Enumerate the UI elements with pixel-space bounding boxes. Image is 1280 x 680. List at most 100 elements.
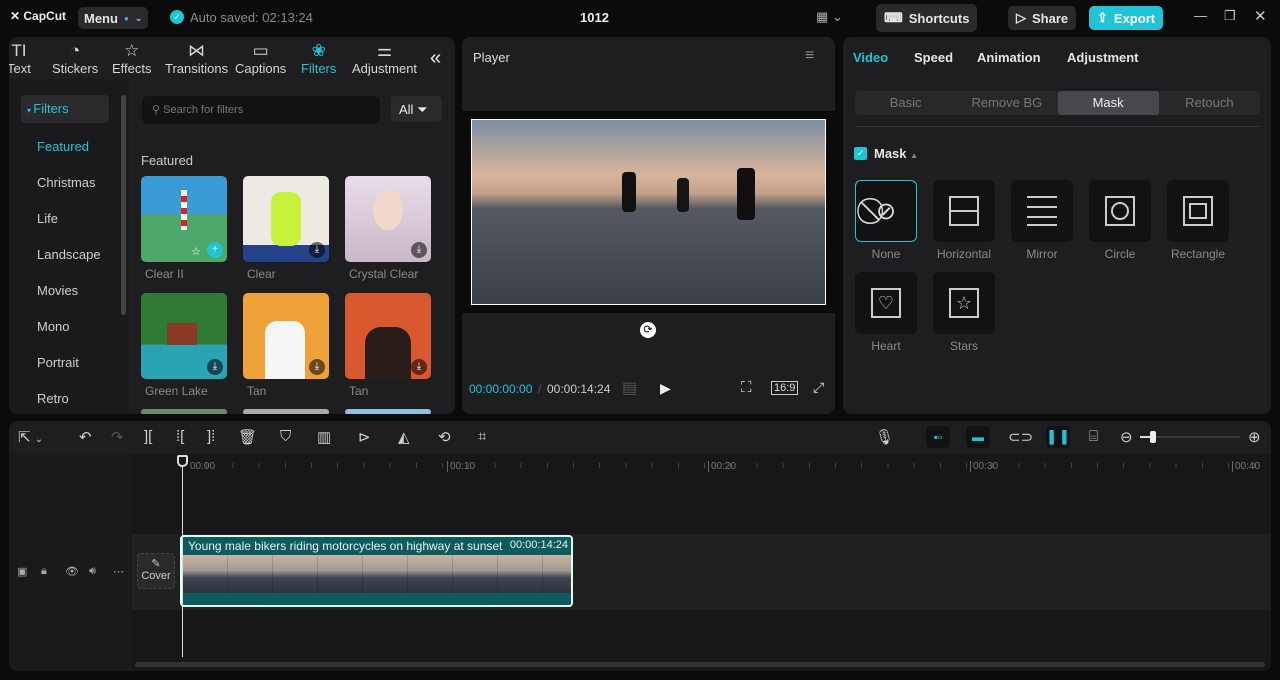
playhead[interactable] [177, 455, 188, 657]
download-icon[interactable]: ⤓ [309, 359, 325, 375]
zoom-out-icon[interactable]: ⊖ [1120, 428, 1133, 446]
volume-icon[interactable]: 🔊︎ [89, 565, 96, 578]
video-preview[interactable] [462, 111, 835, 313]
filter-thumb-tan-1[interactable]: ⤓ [243, 293, 329, 379]
reverse-icon[interactable]: ⊳ [358, 428, 371, 446]
more-icon[interactable]: ⋯ [113, 565, 124, 578]
mask-horizontal[interactable] [933, 180, 995, 242]
split-left-icon[interactable]: ⁞[ [176, 428, 184, 445]
subtab-basic[interactable]: Basic [855, 91, 956, 115]
add-icon[interactable]: + [207, 242, 223, 258]
filter-thumb-partial[interactable] [243, 409, 329, 414]
microphone-icon[interactable]: 🎙 [875, 428, 894, 446]
tab-speed[interactable]: Speed [914, 50, 953, 65]
filter-thumb-green-lake[interactable]: ⤓ [141, 293, 227, 379]
category-movies[interactable]: Movies [37, 283, 78, 298]
tab-stickers[interactable]: ◔ Stickers [52, 41, 98, 76]
main-track-magnet-icon[interactable]: ▪▫ [926, 426, 950, 448]
freeze-icon[interactable]: ▥ [317, 428, 331, 446]
play-button[interactable]: ▶ [660, 380, 671, 397]
category-life[interactable]: Life [37, 211, 58, 226]
eye-icon[interactable]: 👁︎ [65, 565, 79, 578]
download-icon[interactable]: ⤓ [309, 242, 325, 258]
zoom-in-icon[interactable]: ⊕ [1248, 428, 1261, 446]
filter-all-dropdown[interactable]: All ⏷ [391, 96, 442, 122]
mirror-flip-icon[interactable]: ◭ [398, 428, 410, 446]
tab-transitions[interactable]: ⋈ Transitions [165, 41, 228, 76]
zoom-slider-handle[interactable] [1150, 431, 1156, 443]
category-scrollbar[interactable] [121, 95, 126, 315]
tab-effects[interactable]: ☆ Effects [112, 41, 152, 76]
tab-captions[interactable]: ▭ Captions [235, 41, 286, 76]
lock-icon[interactable]: 🔒︎ [41, 565, 47, 578]
category-retro[interactable]: Retro [37, 391, 69, 406]
mask-stars[interactable]: ☆ [933, 272, 995, 334]
split-icon[interactable]: ][ [144, 428, 152, 445]
subtab-retouch[interactable]: Retouch [1159, 91, 1260, 115]
filter-search-input[interactable]: ⚲ Search for filters [142, 96, 380, 124]
crop-icon[interactable]: ⌗ [478, 428, 486, 445]
tab-adjustment-props[interactable]: Adjustment [1067, 50, 1139, 65]
export-button[interactable]: ⇪ Export [1089, 6, 1164, 30]
category-christmas[interactable]: Christmas [37, 175, 96, 190]
filter-thumb-partial[interactable] [345, 409, 431, 414]
layout-icon[interactable]: ▦ ⌄ [816, 9, 843, 25]
filter-thumb-tan-2[interactable]: ⤓ [345, 293, 431, 379]
fullscreen-icon[interactable]: ⤢ [813, 379, 824, 396]
tab-video[interactable]: Video [853, 50, 888, 65]
delete-icon[interactable]: 🗑 [238, 428, 257, 446]
mask-rectangle[interactable] [1167, 180, 1229, 242]
share-button[interactable]: ▷ Share [1008, 6, 1077, 30]
maximize-button[interactable]: ❐ [1224, 8, 1236, 24]
player-menu-icon[interactable]: ≡ [805, 47, 814, 65]
fit-timeline-icon[interactable]: ⌸ [1089, 428, 1098, 445]
category-mono[interactable]: Mono [37, 319, 70, 334]
horizontal-scrollbar[interactable] [135, 662, 1265, 667]
mask-checkbox[interactable]: ✓ [854, 147, 867, 160]
cover-button[interactable]: ✎Young male bikers riding motorcycles on… [137, 553, 175, 589]
link-icon[interactable]: ⊂⊃ [1008, 428, 1033, 446]
category-portrait[interactable]: Portrait [37, 355, 79, 370]
marker-icon[interactable]: ⛉ [280, 428, 291, 445]
rotate-handle-icon[interactable]: ⟳ [640, 322, 656, 338]
tab-animation[interactable]: Animation [977, 50, 1041, 65]
track-video-icon[interactable]: ▣ [17, 565, 27, 578]
video-clip[interactable]: Young male bikers riding motorcycles on … [180, 535, 573, 607]
tab-adjustment[interactable]: ⚌ Adjustment [352, 41, 417, 76]
mask-section-title[interactable]: Mask ▲ [874, 146, 918, 161]
menu-button[interactable]: Menu ● ⌄ [78, 7, 149, 29]
minimize-button[interactable]: — [1194, 8, 1207, 23]
close-button[interactable]: ✕ [1254, 7, 1267, 25]
aspect-ratio-button[interactable]: 16:9 [771, 381, 799, 395]
mask-none[interactable]: ⃠⊘ [855, 180, 917, 242]
filters-section-header[interactable]: ▾ Filters [21, 95, 109, 123]
mask-circle[interactable] [1089, 180, 1151, 242]
category-landscape[interactable]: Landscape [37, 247, 101, 262]
undo-icon[interactable]: ↶ [79, 428, 92, 446]
download-icon[interactable]: ⤓ [411, 242, 427, 258]
filter-thumb-partial[interactable] [141, 409, 227, 414]
filter-thumb-clear-ii[interactable]: + ☆ [141, 176, 227, 262]
download-icon[interactable]: ⤓ [207, 359, 223, 375]
mask-heart[interactable]: ♡ [855, 272, 917, 334]
auto-snap-icon[interactable]: ▬ [966, 426, 990, 448]
zoom-slider[interactable] [1140, 431, 1240, 443]
category-featured[interactable]: Featured [37, 139, 89, 154]
filter-thumb-clear[interactable]: ⤓ [243, 176, 329, 262]
select-tool-icon[interactable]: ⇱ ⌄ [18, 428, 43, 446]
tab-filters[interactable]: ❀ Filters [301, 41, 336, 76]
zoom-preview-icon[interactable]: ⛶ [741, 379, 752, 396]
subtab-mask[interactable]: Mask [1057, 91, 1159, 115]
rotate-icon[interactable]: ⟲ [438, 428, 451, 446]
mask-mirror[interactable] [1011, 180, 1073, 242]
collapse-panel-button[interactable]: « [430, 47, 441, 70]
shortcuts-button[interactable]: ⌨ Shortcuts [876, 4, 978, 32]
redo-icon[interactable]: ↷ [111, 428, 124, 446]
preview-axis-icon[interactable]: ▌▐ [1046, 426, 1070, 448]
subtab-remove-bg[interactable]: Remove BG [956, 91, 1057, 115]
favorite-icon[interactable]: ☆ [191, 245, 201, 258]
filter-thumb-crystal-clear[interactable]: ⤓ [345, 176, 431, 262]
tab-text[interactable]: TI Text [9, 41, 31, 76]
split-right-icon[interactable]: ]⁞ [207, 428, 215, 445]
download-icon[interactable]: ⤓ [411, 359, 427, 375]
